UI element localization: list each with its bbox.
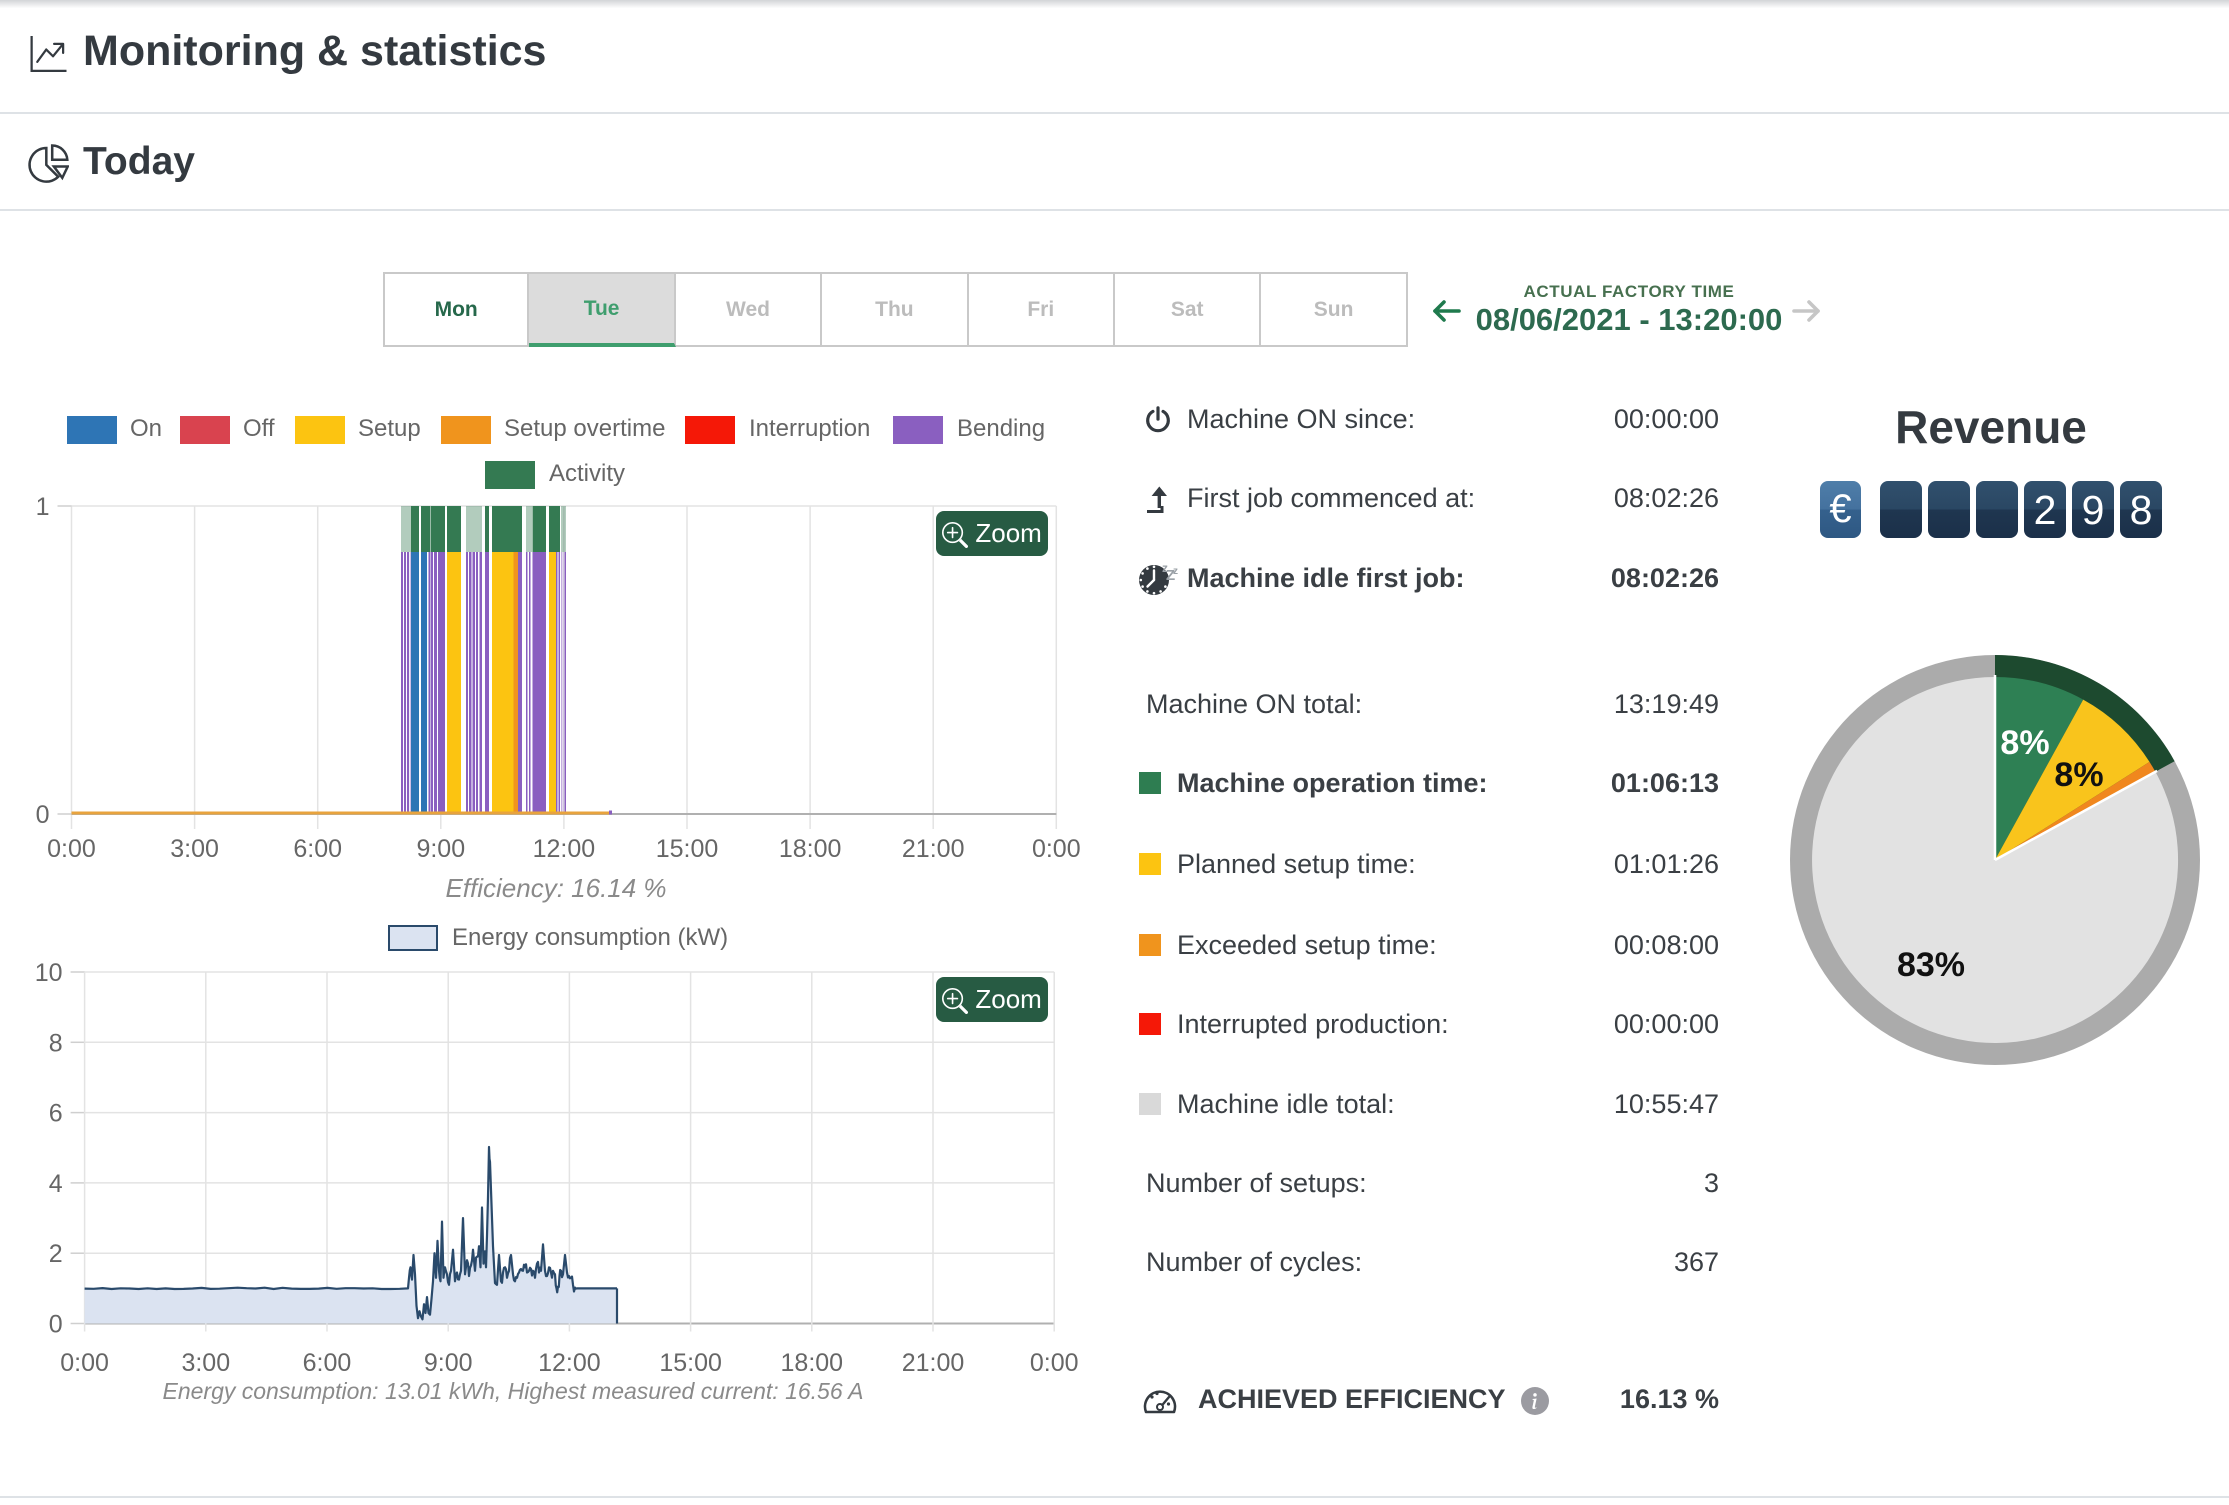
svg-text:3:00: 3:00	[181, 1349, 230, 1377]
svg-text:83%: 83%	[1897, 946, 1965, 984]
svg-text:21:00: 21:00	[902, 835, 965, 863]
svg-text:0: 0	[49, 1311, 63, 1339]
svg-text:1: 1	[36, 495, 50, 521]
svg-text:8%: 8%	[2000, 724, 2049, 762]
svg-text:0:00: 0:00	[1030, 1349, 1079, 1377]
svg-text:6:00: 6:00	[293, 835, 342, 863]
svg-text:12:00: 12:00	[538, 1349, 601, 1377]
svg-text:10: 10	[35, 959, 63, 987]
svg-text:6: 6	[49, 1100, 63, 1128]
svg-text:3:00: 3:00	[170, 835, 219, 863]
svg-text:8: 8	[49, 1029, 63, 1057]
svg-text:8%: 8%	[2054, 756, 2103, 794]
svg-text:12:00: 12:00	[533, 835, 596, 863]
svg-text:z: z	[1173, 566, 1178, 577]
svg-text:15:00: 15:00	[659, 1349, 722, 1377]
svg-text:18:00: 18:00	[779, 835, 842, 863]
svg-text:6:00: 6:00	[303, 1349, 352, 1377]
svg-text:0:00: 0:00	[1032, 835, 1081, 863]
svg-text:4: 4	[49, 1170, 63, 1198]
svg-text:21:00: 21:00	[902, 1349, 965, 1377]
svg-text:2: 2	[49, 1240, 63, 1268]
svg-text:18:00: 18:00	[781, 1349, 844, 1377]
svg-text:9:00: 9:00	[416, 835, 465, 863]
svg-text:0:00: 0:00	[47, 835, 96, 863]
svg-text:0:00: 0:00	[60, 1349, 109, 1377]
svg-text:0: 0	[36, 801, 50, 829]
svg-text:9:00: 9:00	[424, 1349, 473, 1377]
svg-text:15:00: 15:00	[656, 835, 719, 863]
